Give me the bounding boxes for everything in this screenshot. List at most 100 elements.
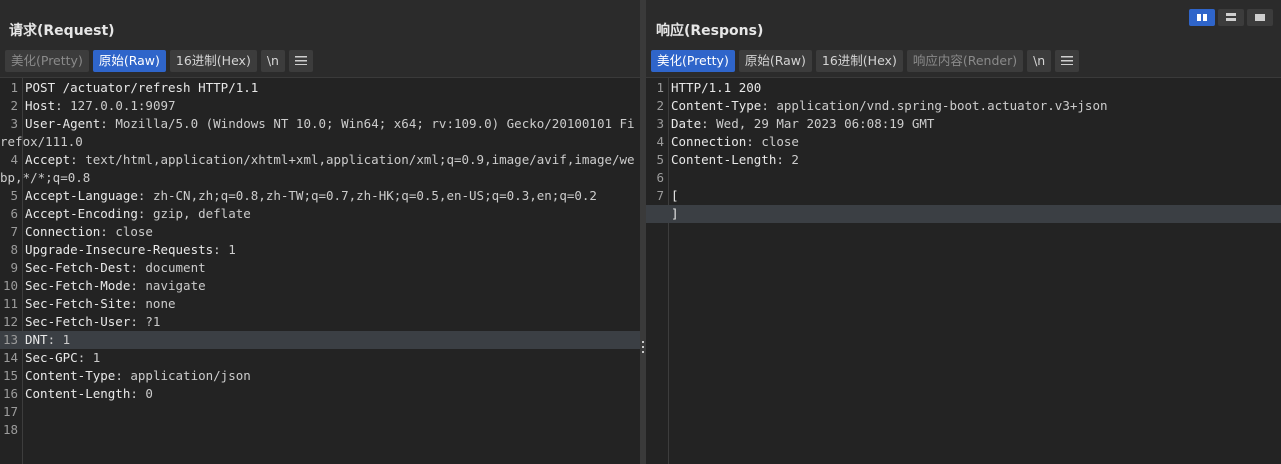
line-text: Upgrade-Insecure-Requests: 1 xyxy=(25,242,242,257)
line-text xyxy=(25,404,31,419)
header-name: Connection xyxy=(25,224,101,239)
response-editor[interactable]: 1 HTTP/1.1 200 2 Content-Type: application/… xyxy=(646,77,1281,464)
header-value: : gzip, deflate xyxy=(137,206,251,221)
header-name: POST /actuator/refresh HTTP/1.1 xyxy=(25,80,259,95)
line-text xyxy=(671,170,677,185)
request-tab-pretty[interactable]: 美化(Pretty) xyxy=(5,50,89,72)
layout-toggle-group xyxy=(1189,9,1273,26)
line-text: HTTP/1.1 200 xyxy=(671,80,767,95)
response-menu-button[interactable] xyxy=(1055,50,1080,72)
header-value: : application/json xyxy=(115,368,251,383)
line-text: DNT: 1 xyxy=(25,332,76,347)
line-number: 10 xyxy=(2,278,18,293)
header-value: : 1 xyxy=(77,350,101,365)
header-name: Accept xyxy=(25,152,71,167)
code-line: 8 Upgrade-Insecure-Requests: 1 xyxy=(0,241,640,259)
splitter-grip-icon xyxy=(642,341,644,355)
layout-top-bottom-button[interactable] xyxy=(1218,9,1244,26)
response-view-tabs: 美化(Pretty) 原始(Raw) 16进制(Hex) 响应内容(Render… xyxy=(651,50,1080,72)
line-text: Connection: close xyxy=(25,224,159,239)
line-text: Sec-Fetch-Site: none xyxy=(25,296,182,311)
code-line: 15 Content-Type: application/json xyxy=(0,367,640,385)
line-number: 9 xyxy=(10,260,18,275)
header-name: Sec-Fetch-Site xyxy=(25,296,131,311)
line-text: Content-Length: 0 xyxy=(25,386,159,401)
line-text: Connection: close xyxy=(671,134,805,149)
line-text: Host: 127.0.0.1:9097 xyxy=(25,98,182,113)
header-name: ] xyxy=(671,206,679,221)
code-line: 7[ xyxy=(646,187,1281,205)
response-tab-render[interactable]: 响应内容(Render) xyxy=(906,50,1024,72)
line-text: Accept-Encoding: gzip, deflate xyxy=(25,206,257,221)
line-text: Sec-GPC: 1 xyxy=(25,350,106,365)
code-line: 12 Sec-Fetch-User: ?1 xyxy=(0,313,640,331)
code-line: 6 xyxy=(646,169,1281,187)
header-name: Connection xyxy=(671,134,747,149)
response-tab-raw[interactable]: 原始(Raw) xyxy=(738,50,812,72)
code-line: 2 Content-Type: application/vnd.spring-bo… xyxy=(646,97,1281,115)
line-number: 4 xyxy=(656,134,664,149)
line-number: 2 xyxy=(656,98,664,113)
code-line: 16 Content-Length: 0 xyxy=(0,385,640,403)
code-line: 17 xyxy=(0,403,640,421)
code-line: 4 Accept: text/html,application/xhtml+xml… xyxy=(0,151,640,187)
line-number: 12 xyxy=(2,314,18,329)
header-value: : zh-CN,zh;q=0.8,zh-TW;q=0.7,zh-HK;q=0.5… xyxy=(137,188,597,203)
request-code: 1 POST /actuator/refresh HTTP/1.1 2 Host: 1… xyxy=(0,79,640,439)
header-name: [ xyxy=(671,188,679,203)
line-number: 2 xyxy=(10,98,18,113)
line-text: Accept-Language: zh-CN,zh;q=0.8,zh-TW;q=… xyxy=(25,188,603,203)
header-name: Host xyxy=(25,98,56,113)
line-text: Accept: text/html,application/xhtml+xml,… xyxy=(0,152,635,185)
header-value: : 1 xyxy=(213,242,236,257)
request-newline-toggle[interactable]: \n xyxy=(260,50,285,72)
line-text: [ xyxy=(671,188,685,203)
header-value: : document xyxy=(130,260,206,275)
request-view-tabs: 美化(Pretty) 原始(Raw) 16进制(Hex) \n xyxy=(5,50,313,72)
header-name: Accept-Encoding xyxy=(25,206,138,221)
response-pane: 响应(Respons) 美化(Pretty) 原始(Raw) 16进制(Hex)… xyxy=(646,0,1281,464)
request-tab-hex[interactable]: 16进制(Hex) xyxy=(169,50,257,72)
hamburger-icon xyxy=(1061,56,1074,65)
request-editor[interactable]: 1 POST /actuator/refresh HTTP/1.1 2 Host: 1… xyxy=(0,77,640,464)
layout-side-by-side-button[interactable] xyxy=(1189,9,1215,26)
code-line: 11 Sec-Fetch-Site: none xyxy=(0,295,640,313)
header-value: : navigate xyxy=(130,278,206,293)
code-line: 6 Accept-Encoding: gzip, deflate xyxy=(0,205,640,223)
line-number: 14 xyxy=(2,350,18,365)
header-value: : none xyxy=(130,296,176,311)
line-number: 5 xyxy=(656,152,664,167)
header-name: DNT xyxy=(25,332,48,347)
code-line: 1 POST /actuator/refresh HTTP/1.1 xyxy=(0,79,640,97)
line-number: 5 xyxy=(10,188,18,203)
header-name: HTTP/1.1 200 xyxy=(671,80,762,95)
header-value: : text/html,application/xhtml+xml,applic… xyxy=(0,152,635,185)
response-tab-hex[interactable]: 16进制(Hex) xyxy=(815,50,903,72)
request-menu-button[interactable] xyxy=(288,50,313,72)
line-number: 18 xyxy=(2,422,18,437)
header-value: : close xyxy=(100,224,153,239)
line-text: Content-Type: application/json xyxy=(25,368,257,383)
header-name: Content-Length xyxy=(671,152,777,167)
response-newline-toggle[interactable]: \n xyxy=(1027,50,1052,72)
header-name: Date xyxy=(671,116,702,131)
line-number: 7 xyxy=(656,188,664,203)
header-name: Sec-Fetch-Mode xyxy=(25,278,131,293)
request-title: 请求(Request) xyxy=(9,23,115,39)
header-value: : 0 xyxy=(130,386,153,401)
code-line: 4 Connection: close xyxy=(646,133,1281,151)
http-message-viewer: 请求(Request) 美化(Pretty) 原始(Raw) 16进制(Hex)… xyxy=(0,0,1281,464)
line-text: User-Agent: Mozilla/5.0 (Windows NT 10.0… xyxy=(0,116,635,149)
layout-single-button[interactable] xyxy=(1247,9,1273,26)
response-tab-pretty[interactable]: 美化(Pretty) xyxy=(651,50,735,72)
line-number: 6 xyxy=(656,170,664,185)
code-line: 9 Sec-Fetch-Dest: document xyxy=(0,259,640,277)
header-name: Upgrade-Insecure-Requests xyxy=(25,242,214,257)
request-tab-raw[interactable]: 原始(Raw) xyxy=(92,50,166,72)
line-number: 4 xyxy=(10,152,18,167)
line-text: Content-Length: 2 xyxy=(671,152,805,167)
code-line: 3 User-Agent: Mozilla/5.0 (Windows NT 10.… xyxy=(0,115,640,151)
header-name: Content-Type xyxy=(25,368,116,383)
header-value: : 2 xyxy=(776,152,799,167)
header-value: : 1 xyxy=(47,332,71,347)
